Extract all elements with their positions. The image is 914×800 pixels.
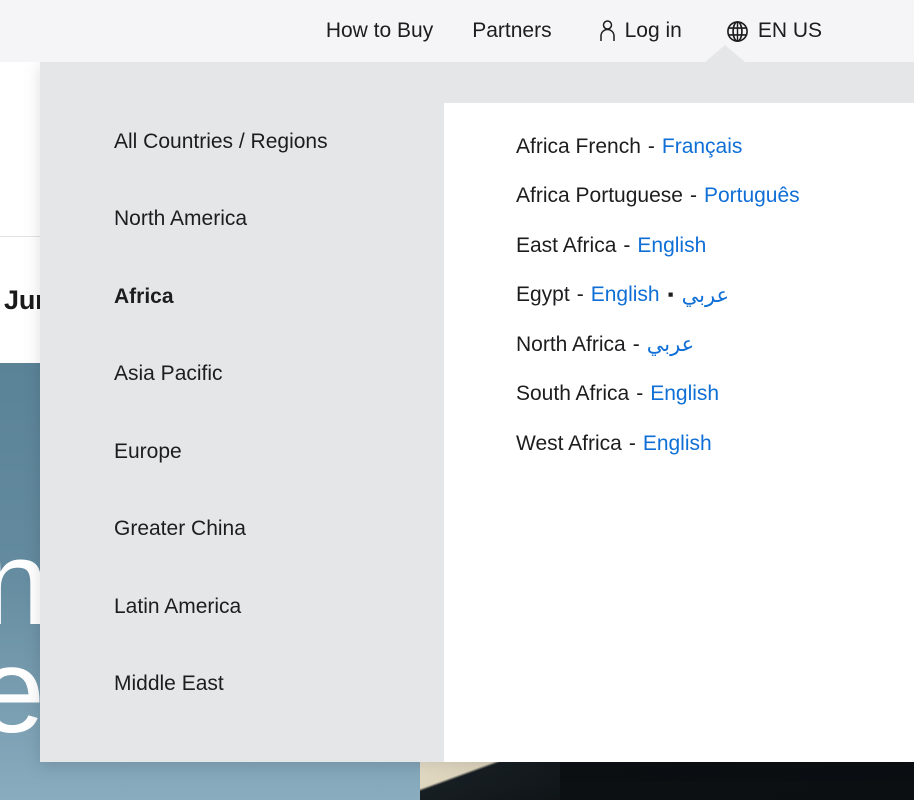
region-item-label: Greater China	[114, 517, 246, 541]
country-dash: -	[628, 431, 636, 455]
region-list: All Countries / Regions North America Afri…	[40, 103, 484, 724]
nav-item-how-to-buy[interactable]: How to Buy	[326, 19, 433, 43]
country-row: West Africa - English	[516, 419, 800, 469]
login-button[interactable]: Log in	[599, 19, 682, 43]
country-dash: -	[623, 233, 631, 257]
region-item-label: North America	[114, 207, 248, 231]
nav-item-partners[interactable]: Partners	[472, 19, 551, 43]
country-name: Africa Portuguese	[516, 184, 683, 208]
person-icon	[599, 20, 616, 42]
country-name: North Africa	[516, 332, 626, 356]
locale-label: EN US	[757, 19, 822, 42]
country-name: East Africa	[516, 233, 617, 257]
screen: Jun n et How to Buy Partners Log in	[0, 0, 914, 800]
region-item-africa[interactable]: Africa	[40, 258, 484, 336]
language-link[interactable]: عربي	[682, 283, 729, 308]
region-item-latin-america[interactable]: Latin America	[40, 568, 480, 646]
language-link[interactable]: عربي	[647, 332, 694, 357]
country-row: East Africa - English	[516, 221, 800, 271]
country-name: Egypt	[516, 283, 570, 307]
country-name: Africa French	[516, 134, 641, 158]
dropdown-top-strip	[40, 62, 914, 103]
country-row: South Africa - English	[516, 370, 800, 420]
nav-item-partners-label: Partners	[472, 19, 552, 42]
language-link[interactable]: English	[591, 283, 660, 307]
country-dash: -	[636, 382, 644, 406]
country-row: Africa Portuguese - Português	[516, 172, 800, 222]
country-dash: -	[576, 283, 584, 307]
language-link[interactable]: English	[643, 432, 712, 456]
language-link[interactable]: Français	[662, 135, 743, 159]
locale-selector[interactable]: EN US	[726, 19, 822, 43]
country-name: South Africa	[516, 382, 630, 406]
globe-icon	[726, 20, 749, 43]
country-language-list: Africa French - Français Africa Portuguese -…	[516, 122, 800, 469]
region-item-label: Middle East	[114, 672, 224, 696]
country-row: Egypt - English ▪ عربي	[516, 271, 800, 321]
country-dash: -	[689, 184, 697, 208]
language-link[interactable]: English	[650, 382, 719, 406]
region-item-europe[interactable]: Europe	[40, 413, 480, 491]
region-item-greater-china[interactable]: Greater China	[40, 491, 480, 569]
region-item-label: Asia Pacific	[114, 362, 223, 386]
country-dash: -	[632, 332, 640, 356]
region-item-label: Latin America	[114, 594, 242, 618]
region-item-asia-pacific[interactable]: Asia Pacific	[40, 336, 480, 414]
region-item-all-countries-regions[interactable]: All Countries / Regions	[40, 103, 480, 181]
login-label: Log in	[624, 19, 682, 42]
language-link[interactable]: English	[637, 234, 706, 258]
region-item-middle-east[interactable]: Middle East	[40, 646, 480, 724]
region-item-label: Europe	[114, 439, 182, 463]
top-utility-bar: How to Buy Partners Log in EN US	[0, 0, 914, 62]
country-row: North Africa - عربي	[516, 320, 800, 370]
region-item-label: Africa	[114, 284, 174, 308]
nav-item-how-to-buy-label: How to Buy	[325, 19, 434, 42]
dropdown-caret-icon	[704, 45, 746, 63]
locale-dropdown-panel: All Countries / Regions North America Afri…	[40, 62, 914, 762]
language-separator: ▪	[667, 284, 674, 304]
language-link[interactable]: Português	[704, 184, 800, 208]
region-item-north-america[interactable]: North America	[40, 181, 480, 259]
country-name: West Africa	[516, 431, 622, 455]
region-item-label: All Countries / Regions	[114, 129, 328, 153]
country-dash: -	[647, 134, 655, 158]
country-row: Africa French - Français	[516, 122, 800, 172]
